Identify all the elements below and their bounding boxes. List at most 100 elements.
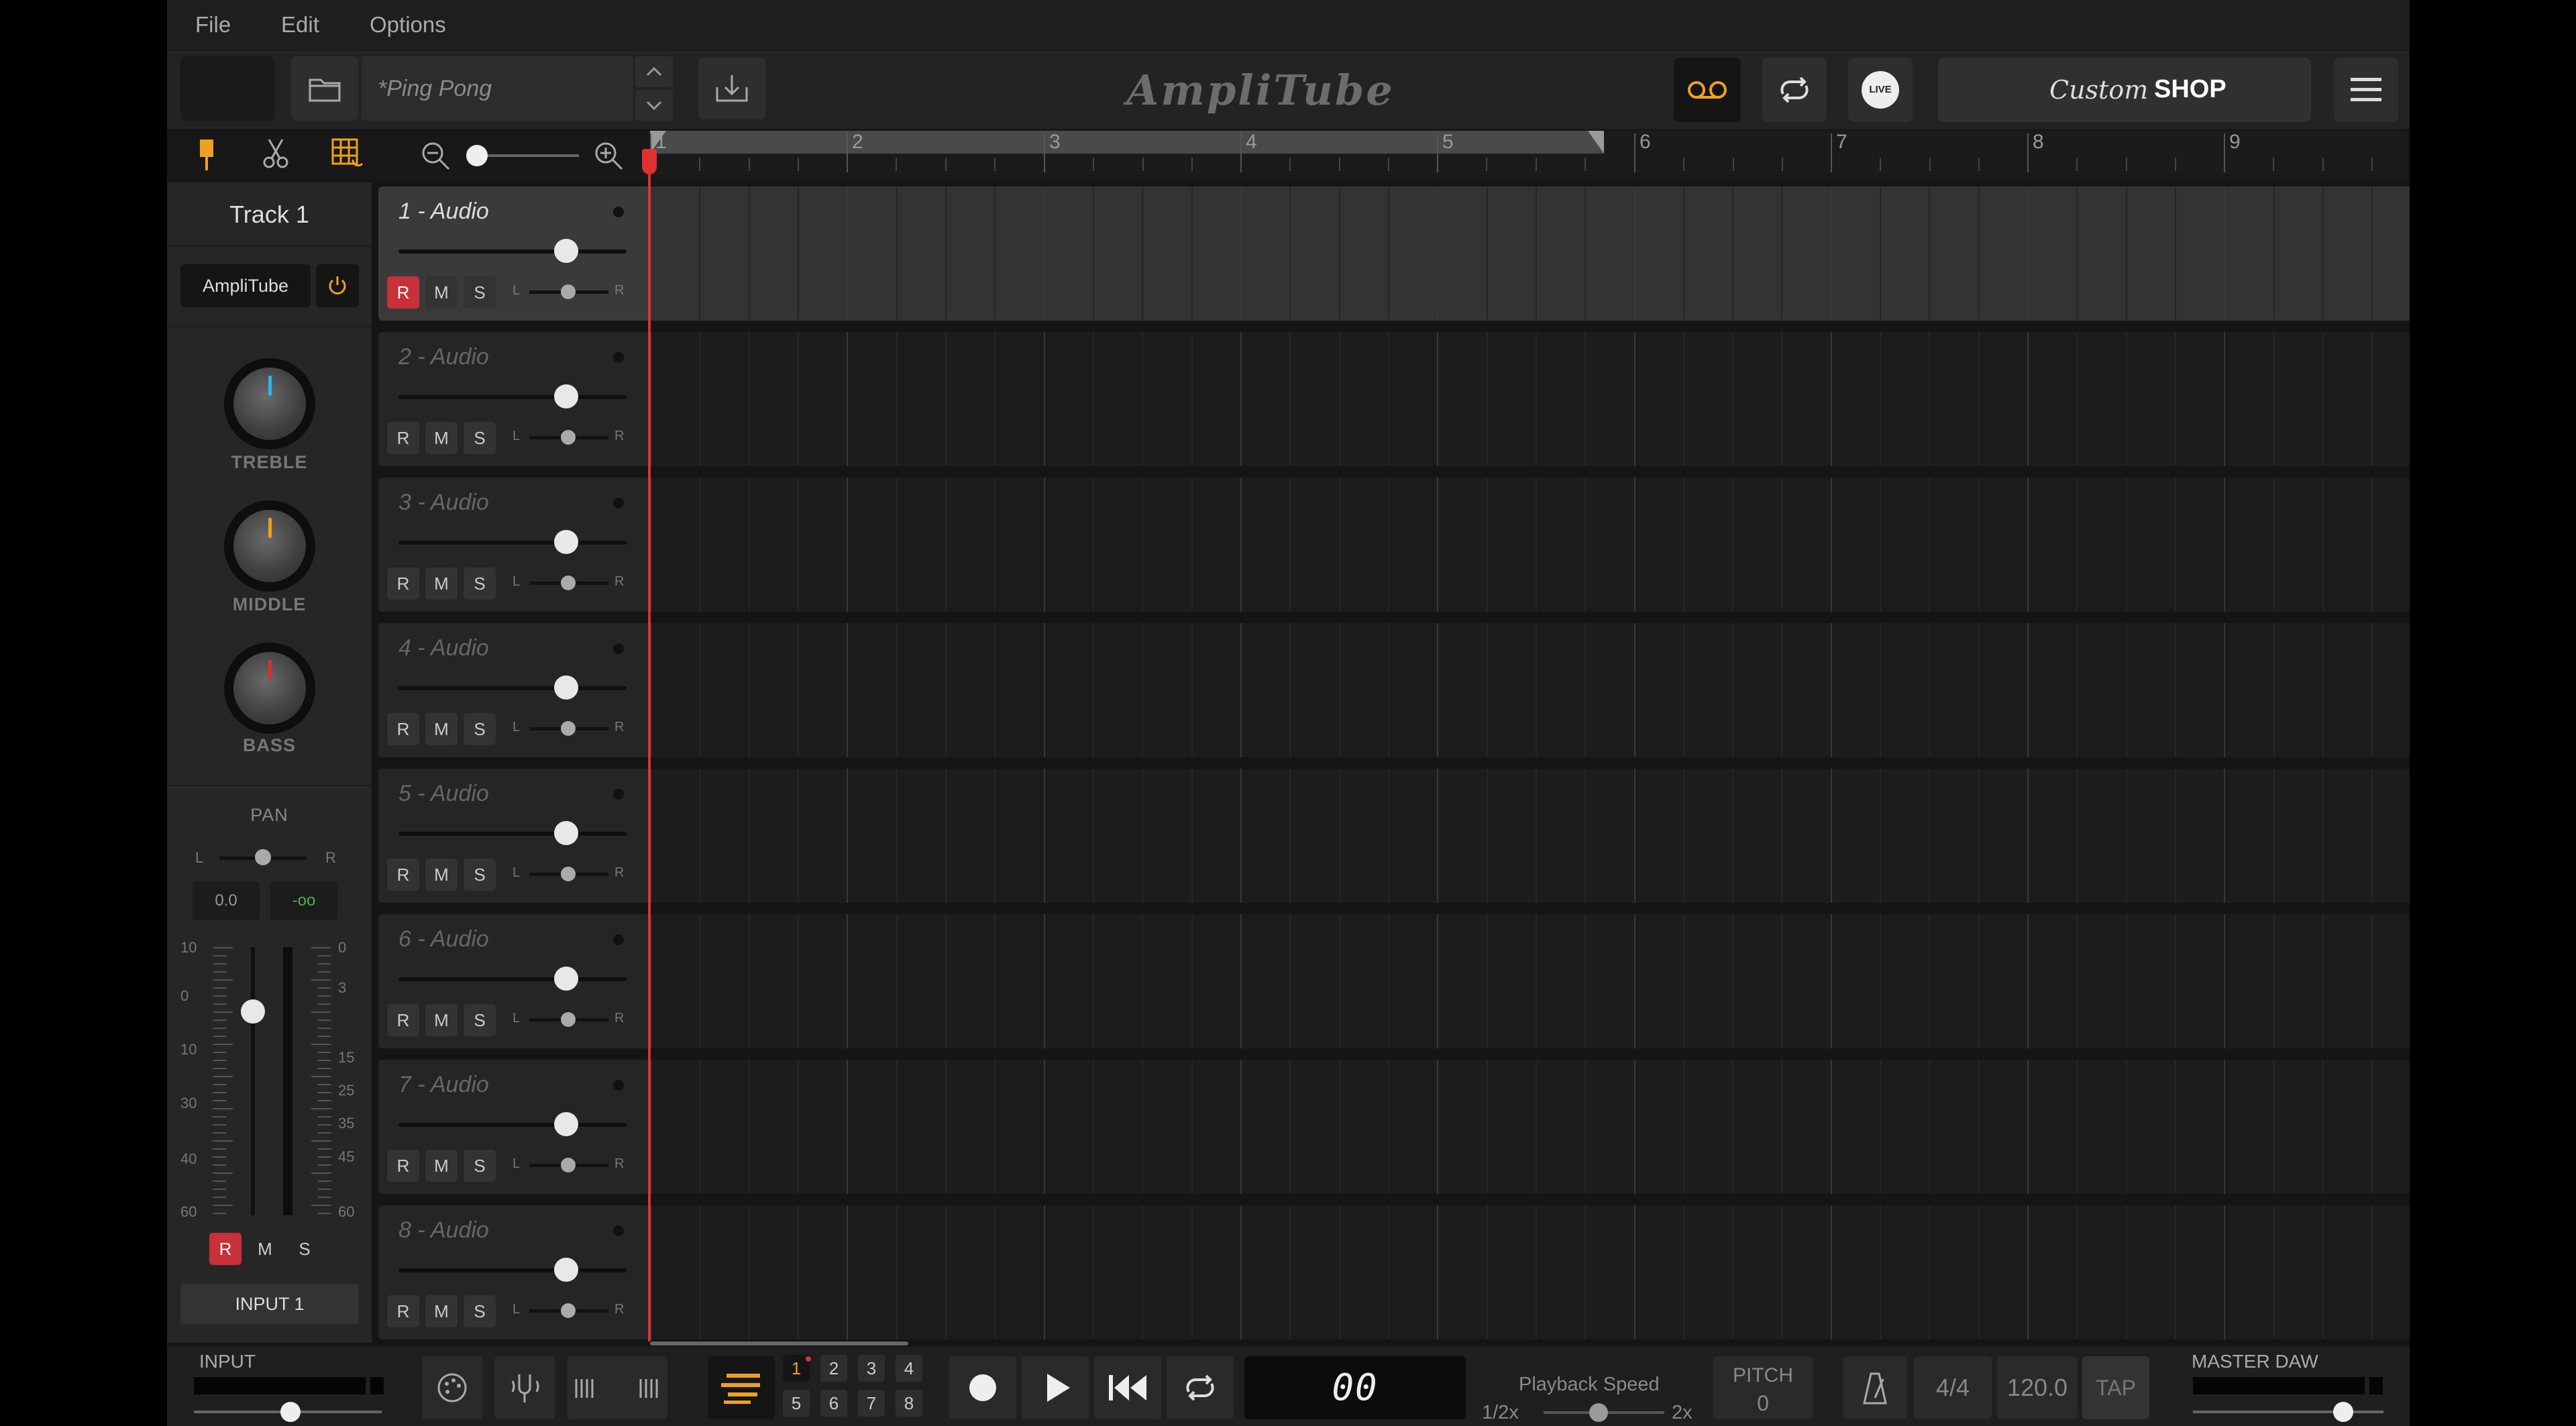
preset-name-field[interactable]: *Ping Pong xyxy=(362,56,633,121)
live-button[interactable]: LIVE xyxy=(1848,58,1913,122)
track-lane[interactable] xyxy=(650,332,2410,466)
rewind-button[interactable] xyxy=(1094,1356,1161,1419)
track-volume-thumb[interactable] xyxy=(554,239,578,263)
zoom-out-icon[interactable] xyxy=(421,141,450,170)
waveform-view-button[interactable] xyxy=(567,1356,667,1419)
record-button[interactable] xyxy=(949,1356,1016,1419)
track-select-3[interactable]: 3 xyxy=(858,1355,885,1382)
plugin-power-button[interactable] xyxy=(316,264,359,307)
track-volume-thumb[interactable] xyxy=(554,1112,578,1136)
horizontal-scrollbar[interactable] xyxy=(650,1341,908,1346)
track-volume-slider[interactable] xyxy=(398,395,627,399)
input-selector[interactable]: INPUT 1 xyxy=(180,1284,359,1324)
middle-knob[interactable] xyxy=(224,500,315,592)
track-volume-slider[interactable] xyxy=(398,1268,627,1272)
pitch-control[interactable]: PITCH 0 xyxy=(1713,1356,1813,1419)
track-select-6[interactable]: 6 xyxy=(820,1390,847,1417)
tracks-view-button[interactable] xyxy=(708,1356,775,1419)
mute-button[interactable]: M xyxy=(425,859,458,891)
custom-shop-button[interactable]: Custom SHOP xyxy=(1938,58,2311,122)
master-volume-slider-thumb[interactable] xyxy=(2333,1402,2353,1422)
loop-end-handle[interactable] xyxy=(1588,131,1604,154)
solo-button[interactable]: S xyxy=(464,713,496,745)
folder-button[interactable] xyxy=(291,56,358,121)
preset-down-button[interactable] xyxy=(635,90,673,121)
track-pan-thumb[interactable] xyxy=(561,1303,576,1318)
track-header[interactable]: 7 - Audio R M S L R xyxy=(378,1060,650,1194)
mute-button[interactable]: M xyxy=(425,567,458,600)
track-select-4[interactable]: 4 xyxy=(896,1355,922,1382)
menu-edit[interactable]: Edit xyxy=(281,12,319,38)
mute-button[interactable]: M xyxy=(425,1004,458,1036)
mute-button[interactable]: M xyxy=(425,276,458,309)
snap-grid-icon[interactable] xyxy=(331,138,364,170)
plugin-slot[interactable]: AmpliTube xyxy=(180,264,311,307)
track-pan-thumb[interactable] xyxy=(561,284,576,299)
track-volume-slider[interactable] xyxy=(398,250,627,254)
scissors-icon[interactable] xyxy=(262,138,289,169)
track-select-8[interactable]: 8 xyxy=(896,1390,922,1417)
tap-tempo-button[interactable]: TAP xyxy=(2082,1356,2149,1419)
track-volume-slider[interactable] xyxy=(398,541,627,545)
solo-button[interactable]: S xyxy=(464,276,496,309)
track-select-5[interactable]: 5 xyxy=(783,1390,810,1417)
record-arm-button[interactable]: R xyxy=(387,567,419,600)
track-header[interactable]: 1 - Audio R M S L R xyxy=(378,186,650,321)
track-pan-thumb[interactable] xyxy=(561,867,576,881)
zoom-in-icon[interactable] xyxy=(594,141,623,170)
track-select-7[interactable]: 7 xyxy=(858,1390,885,1417)
track-volume-thumb[interactable] xyxy=(554,821,578,845)
mute-button[interactable]: M xyxy=(425,713,458,745)
playback-speed-slider-thumb[interactable] xyxy=(1589,1403,1608,1422)
track-volume-slider[interactable] xyxy=(398,1123,627,1127)
track-volume-thumb[interactable] xyxy=(554,530,578,554)
loop-region[interactable] xyxy=(650,131,1604,154)
track-header[interactable]: 6 - Audio R M S L R xyxy=(378,914,650,1048)
record-arm-button[interactable]: R xyxy=(387,1295,419,1327)
inspector-solo-button[interactable]: S xyxy=(288,1233,321,1265)
menu-file[interactable]: File xyxy=(195,12,231,38)
volume-fader-thumb[interactable] xyxy=(241,999,265,1024)
track-volume-slider[interactable] xyxy=(398,686,627,690)
play-button[interactable] xyxy=(1022,1356,1089,1419)
track-pan-thumb[interactable] xyxy=(561,721,576,736)
time-signature[interactable]: 4/4 xyxy=(1914,1356,1992,1419)
preset-up-button[interactable] xyxy=(635,56,673,87)
zoom-slider-track[interactable] xyxy=(472,154,579,157)
transport-loop-button[interactable] xyxy=(1167,1356,1234,1419)
inspector-record-arm-button[interactable]: R xyxy=(209,1233,241,1265)
tempo-field[interactable]: 120.0 xyxy=(1997,1356,2078,1419)
mute-button[interactable]: M xyxy=(425,1150,458,1182)
track-pan-thumb[interactable] xyxy=(561,430,576,445)
record-arm-button[interactable]: R xyxy=(387,1150,419,1182)
track-lane[interactable] xyxy=(650,1205,2410,1339)
timeline-ruler[interactable]: 1 2 3 4 5 6 7 8 9 xyxy=(650,131,2408,175)
metronome-button[interactable] xyxy=(1843,1356,1907,1419)
record-arm-button[interactable]: R xyxy=(387,422,419,454)
track-select-2[interactable]: 2 xyxy=(820,1355,847,1382)
track-lane[interactable] xyxy=(650,769,2410,903)
record-arm-button[interactable]: R xyxy=(387,713,419,745)
playhead-line[interactable] xyxy=(648,151,651,1341)
tuner-button[interactable] xyxy=(422,1356,482,1419)
track-volume-slider[interactable] xyxy=(398,977,627,981)
track-header[interactable]: 8 - Audio R M S L R xyxy=(378,1205,650,1339)
record-arm-button[interactable]: R xyxy=(387,276,419,309)
track-pan-thumb[interactable] xyxy=(561,575,576,590)
track-volume-slider[interactable] xyxy=(398,832,627,836)
playhead-handle[interactable] xyxy=(642,149,657,174)
main-menu-button[interactable] xyxy=(2334,58,2398,122)
solo-button[interactable]: S xyxy=(464,859,496,891)
input-monitor-button[interactable] xyxy=(494,1356,555,1419)
track-lane[interactable] xyxy=(650,478,2410,612)
save-button[interactable] xyxy=(698,58,765,119)
track-header[interactable]: 2 - Audio R M S L R xyxy=(378,332,650,466)
track-pan-thumb[interactable] xyxy=(561,1158,576,1172)
time-display[interactable]: 00 1:01:01 xyxy=(1244,1356,1466,1419)
solo-button[interactable]: S xyxy=(464,567,496,600)
record-arm-button[interactable]: R xyxy=(387,859,419,891)
master-volume-slider-track[interactable] xyxy=(2193,1411,2383,1413)
track-volume-thumb[interactable] xyxy=(554,384,578,408)
track-header[interactable]: 4 - Audio R M S L R xyxy=(378,623,650,757)
marker-icon[interactable] xyxy=(197,138,216,172)
